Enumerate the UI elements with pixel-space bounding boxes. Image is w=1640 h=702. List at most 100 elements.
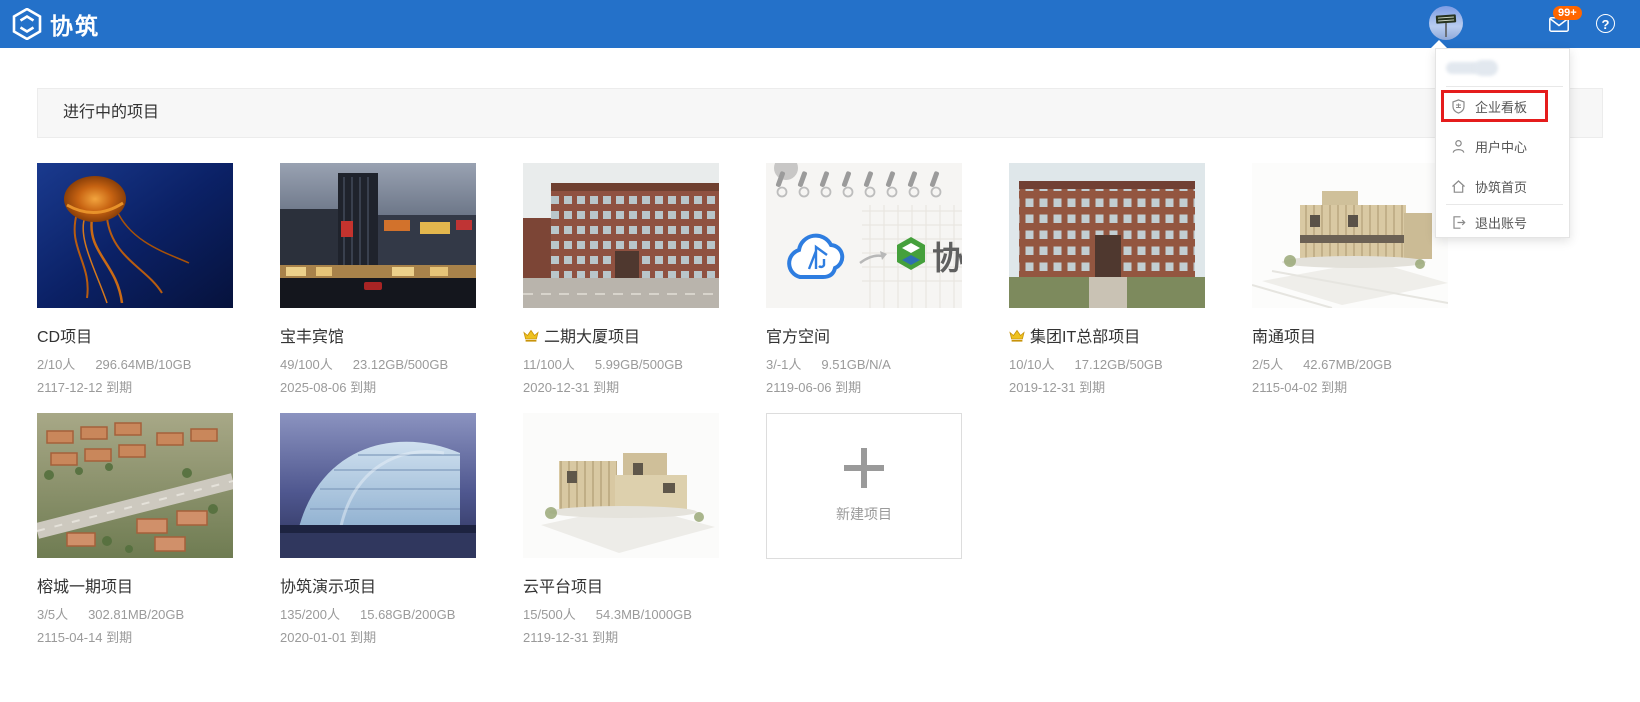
member-count: 2/5人 [1252,357,1283,372]
member-count: 11/100人 [523,357,575,372]
storage-quota: 296.64MB/10GB [95,357,191,372]
storage-quota: 5.99GB/500GB [595,357,683,372]
help-icon: ? [1602,17,1610,32]
project-stats: 2/10人 296.64MB/10GB [37,354,233,373]
member-count: 2/10人 [37,357,75,372]
badge-shield-icon [1451,99,1466,114]
project-thumbnail[interactable] [37,163,233,308]
jellyfish-photo [37,163,233,308]
project-thumbnail[interactable] [523,163,719,308]
residential-aerial-render [37,413,233,558]
new-project-label: 新建项目 [836,504,892,524]
project-title: 宝丰宾馆 [280,323,476,347]
project-thumbnail[interactable] [523,413,719,558]
crown-icon [1009,329,1025,342]
project-thumbnail[interactable] [37,413,233,558]
project-stats: 3/5人 302.81MB/20GB [37,604,233,623]
home-icon [1451,179,1466,194]
member-count: 10/10人 [1009,357,1055,372]
project-expiry: 2020-01-01 到期 [280,627,476,646]
menu-item-enterprise-dashboard[interactable]: 企业看板 [1436,89,1569,123]
project-expiry: 2115-04-02 到期 [1252,377,1448,396]
project-stats: 49/100人 23.12GB/500GB [280,354,476,373]
new-project-button[interactable]: 新建项目 [766,413,962,559]
project-title-text: CD项目 [37,323,92,347]
project-thumbnail[interactable]: 协 [766,163,962,308]
menu-item-label: 协筑首页 [1475,177,1527,196]
menu-item-user-center[interactable]: 用户中心 [1436,129,1569,163]
user-icon [1451,139,1466,154]
member-count: 3/5人 [37,607,68,622]
project-expiry: 2025-08-06 到期 [280,377,476,396]
project-thumbnail[interactable] [280,163,476,308]
glass-building-dusk-photo [280,413,476,558]
notification-badge: 99+ [1553,6,1582,20]
app-logo[interactable]: 协筑 [12,7,100,41]
project-expiry: 2020-12-31 到期 [523,377,719,396]
logo-text: 协筑 [50,7,100,41]
project-title-text: 南通项目 [1252,323,1316,347]
project-expiry: 2119-12-31 到期 [523,627,719,646]
notifications-button[interactable]: 99+ [1549,17,1569,32]
brick-hq-building-photo [1009,163,1205,308]
project-stats: 10/10人 17.12GB/50GB [1009,354,1205,373]
app-root: 协筑 99+ ? 企业看板 [0,0,1640,702]
menu-item-label: 用户中心 [1475,137,1527,156]
crown-icon [523,329,539,342]
user-dropdown-menu: 企业看板 用户中心 协筑首页 退出账号 [1435,48,1570,238]
project-title: CD项目 [37,323,233,347]
storage-quota: 302.81MB/20GB [88,607,184,622]
project-card[interactable]: 宝丰宾馆 49/100人 23.12GB/500GB 2025-08-06 到期 [280,163,476,413]
project-title: 二期大厦项目 [523,323,719,347]
storage-quota: 42.67MB/20GB [1303,357,1392,372]
project-title-text: 宝丰宾馆 [280,323,344,347]
app-header: 协筑 99+ ? [0,0,1640,48]
project-expiry: 2119-06-06 到期 [766,377,962,396]
project-title-text: 集团IT总部项目 [1030,323,1140,347]
project-card[interactable]: 协 官方空间 3/-1人9.51GB/N/A 2119-06-06 到期 [766,163,962,413]
project-title-text: 二期大厦项目 [544,323,640,347]
project-title: 云平台项目 [523,573,719,597]
plus-icon [844,448,884,488]
storage-quota: 54.3MB/1000GB [596,607,692,622]
member-count: 135/200人 [280,607,340,622]
project-title-text: 榕城一期项目 [37,573,133,597]
help-button[interactable]: ? [1596,14,1615,33]
dropdown-pointer [1431,40,1447,48]
menu-item-xiezhu-home[interactable]: 协筑首页 [1436,169,1569,203]
member-count: 49/100人 [280,357,333,372]
project-title: 榕城一期项目 [37,573,233,597]
hotel-night-photo [280,163,476,308]
project-card[interactable]: 南通项目 2/5人 42.67MB/20GB 2115-04-02 到期 [1252,163,1448,413]
project-card[interactable]: 集团IT总部项目 10/10人 17.12GB/50GB 2019-12-31 到… [1009,163,1205,413]
project-title: 协筑演示项目 [280,573,476,597]
menu-item-label: 企业看板 [1475,97,1527,116]
project-card[interactable]: 榕城一期项目 3/5人 302.81MB/20GB 2115-04-14 到期 [37,413,233,663]
project-card[interactable]: 云平台项目 15/500人54.3MB/1000GB 2119-12-31 到期 [523,413,719,663]
project-thumbnail[interactable] [1252,163,1448,308]
storage-quota: 9.51GB/N/A [821,357,890,372]
project-card[interactable]: CD项目 2/10人296.64MB/10GB 2117-12-12 到期 [37,163,233,413]
menu-divider [1446,86,1563,87]
project-title: 集团IT总部项目 [1009,323,1205,347]
project-expiry: 2019-12-31 到期 [1009,377,1205,396]
brick-office-building-photo [523,163,719,308]
project-thumbnail[interactable] [280,413,476,558]
project-stats: 135/200人15.68GB/200GB [280,604,476,623]
xiezhu-logo-icon [12,8,42,40]
project-stats: 15/500人54.3MB/1000GB [523,604,719,623]
project-card[interactable]: 协筑演示项目 135/200人15.68GB/200GB 2020-01-01 … [280,413,476,663]
tan-building-render [1252,163,1448,308]
storage-quota: 23.12GB/500GB [353,357,448,372]
project-stats: 11/100人 5.99GB/500GB [523,354,719,373]
project-thumbnail[interactable] [1009,163,1205,308]
section-title: 进行中的项目 [38,89,1602,137]
member-count: 3/-1人 [766,357,801,372]
menu-item-logout[interactable]: 退出账号 [1436,205,1569,239]
project-card[interactable]: 二期大厦项目 11/100人 5.99GB/500GB 2020-12-31 到期 [523,163,719,413]
project-expiry: 2115-04-14 到期 [37,627,233,646]
svg-text:协: 协 [932,240,962,276]
project-stats: 2/5人 42.67MB/20GB [1252,354,1448,373]
storage-quota: 17.12GB/50GB [1075,357,1163,372]
user-avatar[interactable] [1429,6,1463,40]
